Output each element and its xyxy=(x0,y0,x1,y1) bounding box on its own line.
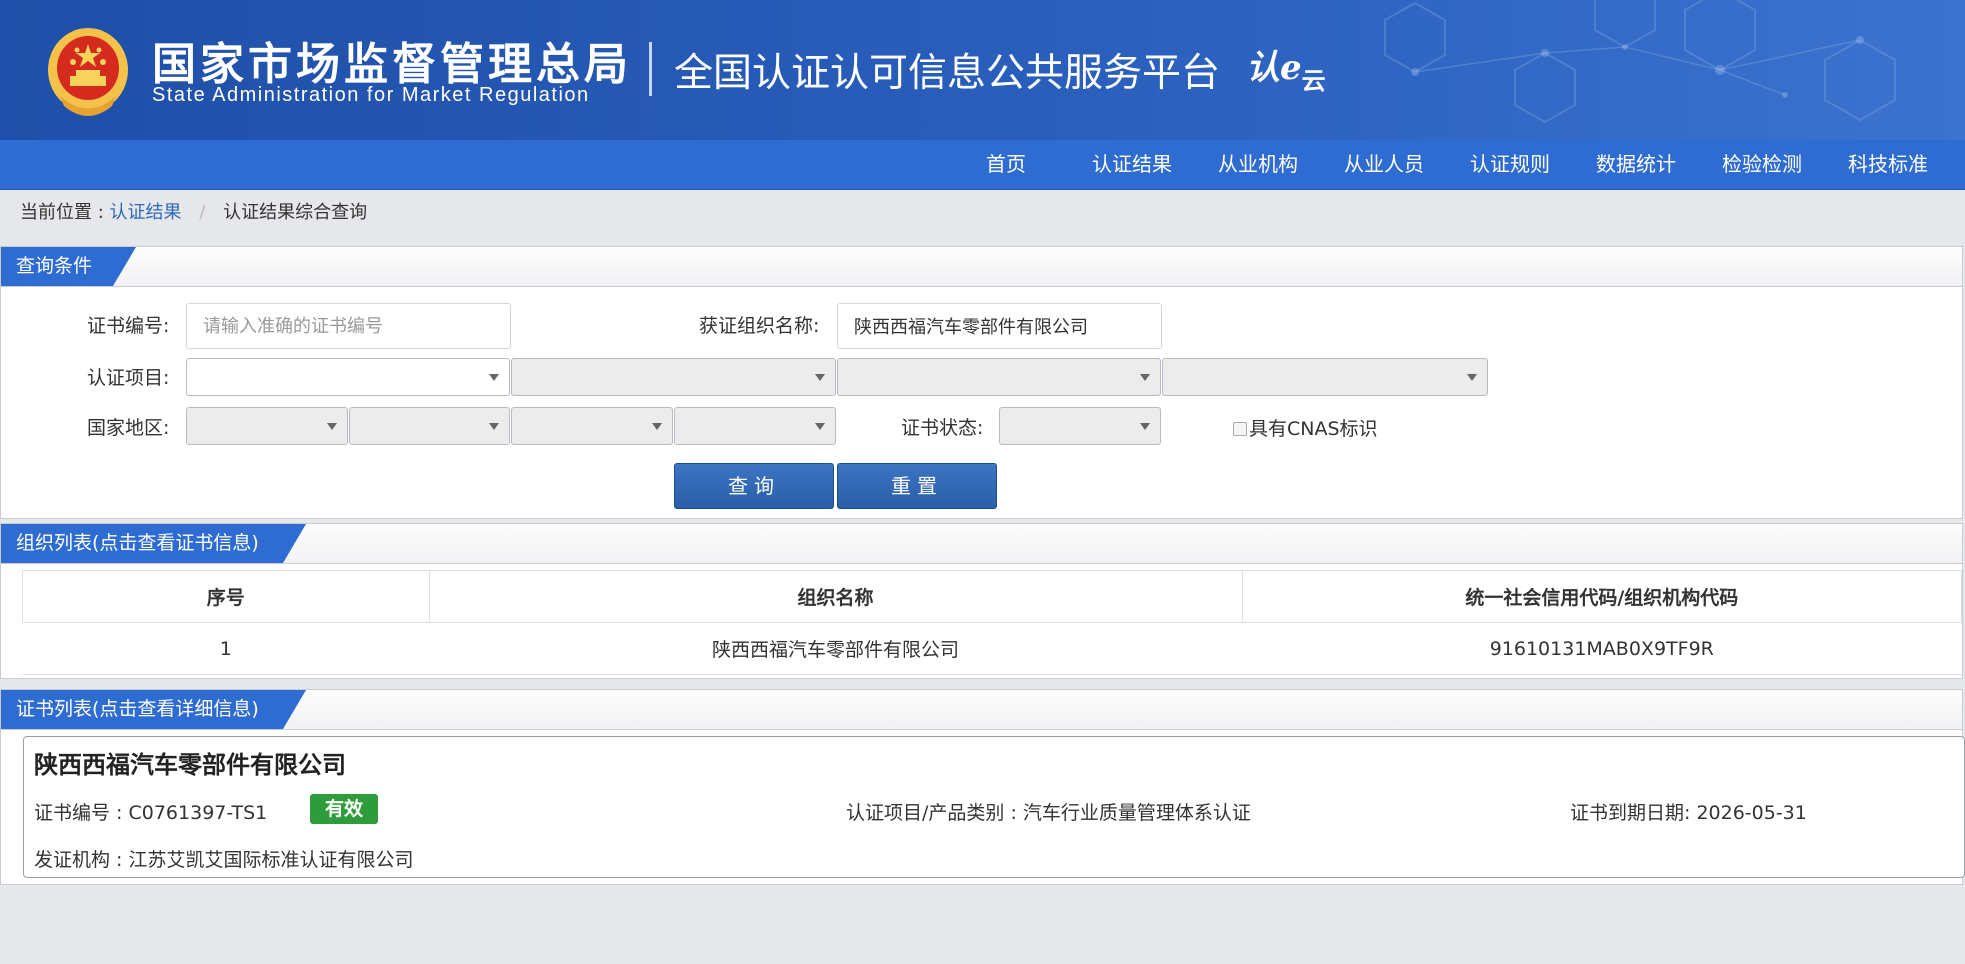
region-select-province[interactable] xyxy=(349,407,510,445)
logo-text: 认e xyxy=(1246,48,1302,88)
national-emblem-icon xyxy=(48,28,128,116)
search-button[interactable]: 查询 xyxy=(674,463,834,509)
cert-status-select[interactable] xyxy=(999,407,1161,445)
cert-status-label: 证书状态: xyxy=(901,417,984,439)
chevron-down-icon xyxy=(815,423,825,430)
breadcrumb-separator: / xyxy=(199,202,206,223)
cert-project-select-4[interactable] xyxy=(1162,358,1488,396)
nav-item-standards[interactable]: 科技标准 xyxy=(1848,140,1928,189)
org-list-panel: 组织列表(点击查看证书信息) 序号 组织名称 统一社会信用代码/组织机构代码 1… xyxy=(0,523,1963,679)
column-header-index: 序号 xyxy=(22,570,430,623)
chevron-down-icon xyxy=(1140,423,1150,430)
logo-text-small: 云 xyxy=(1301,66,1326,95)
region-select-country[interactable] xyxy=(186,407,348,445)
org-name-cn: 国家市场监督管理总局 xyxy=(152,39,632,90)
breadcrumb-link-cert-results[interactable]: 认证结果 xyxy=(110,202,182,223)
cert-project-select-1[interactable] xyxy=(186,358,510,396)
cnas-checkbox-wrap[interactable]: 具有CNAS标识 xyxy=(1233,417,1378,441)
cert-list-panel-title: 证书列表(点击查看详细信息) xyxy=(16,698,259,720)
nav-item-personnel[interactable]: 从业人员 xyxy=(1344,140,1424,189)
cert-number: 证书编号 : C0761397-TS1 xyxy=(34,802,268,824)
row-org-name[interactable]: 陕西西福汽车零部件有限公司 xyxy=(429,622,1243,675)
column-header-org-name: 组织名称 xyxy=(428,570,1243,623)
nav-item-inspection[interactable]: 检验检测 xyxy=(1722,140,1802,189)
region-select-city[interactable] xyxy=(511,407,673,445)
hexagon-network-decoration xyxy=(1384,0,1896,124)
renyun-logo[interactable]: 认e云 xyxy=(1246,40,1326,95)
cert-no-label: 证书编号: xyxy=(87,315,170,337)
reset-button[interactable]: 重置 xyxy=(837,463,997,509)
breadcrumb-prefix: 当前位置 : xyxy=(20,202,104,223)
header-banner: 国家市场监督管理总局 State Administration for Mark… xyxy=(0,0,1965,140)
org-name-label: 获证组织名称: xyxy=(699,315,820,337)
breadcrumb-current: 认证结果综合查询 xyxy=(223,202,368,223)
cert-issuer: 发证机构 : 江苏艾凯艾国际标准认证有限公司 xyxy=(34,849,414,871)
cert-project-select-2[interactable] xyxy=(511,358,836,396)
org-name-en: State Administration for Market Regulati… xyxy=(152,84,590,106)
nav-item-institutions[interactable]: 从业机构 xyxy=(1218,140,1298,189)
main-nav: 首页 认证结果 从业机构 从业人员 认证规则 数据统计 检验检测 科技标准 xyxy=(0,140,1965,190)
nav-item-statistics[interactable]: 数据统计 xyxy=(1596,140,1676,189)
region-select-district[interactable] xyxy=(674,407,836,445)
cnas-checkbox[interactable] xyxy=(1233,422,1247,436)
cert-list-panel-header: 证书列表(点击查看详细信息) xyxy=(1,690,1962,730)
cert-org-name: 陕西西福汽车零部件有限公司 xyxy=(34,751,346,779)
platform-title: 全国认证认可信息公共服务平台 xyxy=(674,51,1221,96)
cert-project-label: 认证项目: xyxy=(87,367,170,389)
status-badge: 有效 xyxy=(310,794,378,824)
nav-item-cert-rules[interactable]: 认证规则 xyxy=(1470,140,1550,189)
query-panel: 查询条件 证书编号: 获证组织名称: 认证项目: 国家地区: 证书状态: 具有C… xyxy=(0,246,1963,519)
chevron-down-icon xyxy=(1140,374,1150,381)
cert-no-input[interactable] xyxy=(186,303,511,349)
query-panel-header: 查询条件 xyxy=(1,247,1962,287)
region-label: 国家地区: xyxy=(87,417,170,439)
row-index: 1 xyxy=(22,622,430,675)
org-table: 序号 组织名称 统一社会信用代码/组织机构代码 1 陕西西福汽车零部件有限公司 … xyxy=(22,570,1963,675)
chevron-down-icon xyxy=(815,374,825,381)
query-panel-title: 查询条件 xyxy=(16,255,93,277)
cert-project: 认证项目/产品类别 : 汽车行业质量管理体系认证 xyxy=(846,802,1251,824)
org-name-input[interactable] xyxy=(837,303,1162,349)
cert-project-select-3[interactable] xyxy=(837,358,1161,396)
cnas-label: 具有CNAS标识 xyxy=(1249,418,1378,440)
org-table-header-row: 序号 组织名称 统一社会信用代码/组织机构代码 xyxy=(22,570,1963,623)
table-row[interactable]: 1 陕西西福汽车零部件有限公司 91610131MAB0X9TF9R xyxy=(22,622,1962,675)
nav-item-home[interactable]: 首页 xyxy=(986,140,1026,189)
column-header-credit-code: 统一社会信用代码/组织机构代码 xyxy=(1241,570,1963,623)
cert-list-panel: 证书列表(点击查看详细信息) 陕西西福汽车零部件有限公司 证书编号 : C076… xyxy=(0,689,1965,885)
nav-item-cert-results[interactable]: 认证结果 xyxy=(1092,140,1172,189)
header-divider xyxy=(649,42,652,96)
cert-card[interactable]: 陕西西福汽车零部件有限公司 证书编号 : C0761397-TS1 有效 认证项… xyxy=(23,736,1965,878)
breadcrumb: 当前位置 : 认证结果 / 认证结果综合查询 xyxy=(20,200,367,226)
chevron-down-icon xyxy=(1467,374,1477,381)
chevron-down-icon xyxy=(489,374,499,381)
org-list-panel-title: 组织列表(点击查看证书信息) xyxy=(16,532,259,554)
row-credit-code: 91610131MAB0X9TF9R xyxy=(1242,622,1962,675)
cert-expiry: 证书到期日期: 2026-05-31 xyxy=(1570,802,1807,824)
chevron-down-icon xyxy=(327,423,337,430)
org-list-panel-header: 组织列表(点击查看证书信息) xyxy=(1,524,1962,564)
chevron-down-icon xyxy=(489,423,499,430)
chevron-down-icon xyxy=(652,423,662,430)
